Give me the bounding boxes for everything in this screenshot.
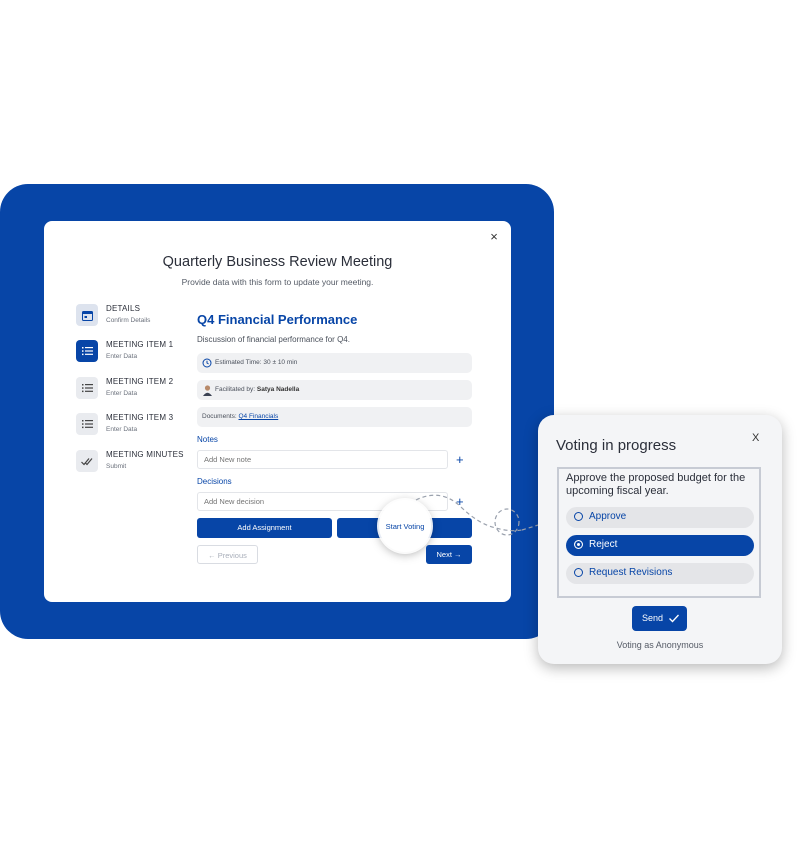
calendar-icon [76, 304, 98, 326]
previous-button[interactable]: ← Previous [197, 545, 258, 564]
estimated-time-pill: Estimated Time: 30 ± 10 min [197, 353, 472, 373]
step-subtitle: Enter Data [106, 353, 138, 360]
vote-option-label: Reject [589, 539, 618, 550]
list-icon [76, 340, 98, 362]
send-vote-button[interactable]: Send [632, 606, 687, 631]
check-icon [669, 614, 679, 623]
vote-option-request-revisions[interactable]: Request Revisions [566, 563, 754, 584]
avatar [203, 385, 212, 396]
send-label: Send [642, 613, 664, 623]
voting-question: Approve the proposed budget for the upco… [566, 472, 746, 497]
step-subtitle: Enter Data [106, 390, 138, 397]
radio-button[interactable] [574, 568, 583, 577]
step-title: MEETING ITEM 2 [106, 377, 174, 386]
notes-input[interactable] [197, 450, 448, 469]
decisions-label: Decisions [197, 477, 232, 486]
step-meeting-item-2[interactable]: MEETING ITEM 2 Enter Data [76, 377, 196, 405]
step-title: MEETING ITEM 3 [106, 413, 174, 422]
step-subtitle: Submit [106, 463, 127, 470]
step-subtitle: Enter Data [106, 426, 138, 433]
facilitator-label: Facilitated by: [215, 386, 256, 393]
list-icon [76, 413, 98, 435]
documents-pill: Documents: Q4 Financials [197, 407, 472, 427]
voting-title: Voting in progress [556, 437, 677, 454]
facilitator-name: Satya Nadella [256, 386, 300, 393]
documents-label: Documents: [202, 413, 237, 420]
step-subtitle: Confirm Details [106, 317, 151, 324]
step-meeting-item-1[interactable]: MEETING ITEM 1 Enter Data [76, 340, 196, 368]
estimated-time-text: Estimated Time: 30 ± 10 min [215, 359, 298, 366]
step-title: MEETING ITEM 1 [106, 340, 174, 349]
page-subtitle: Provide data with this form to update yo… [181, 277, 374, 287]
meeting-item-description: Discussion of financial performance for … [197, 335, 350, 344]
vote-option-label: Approve [589, 511, 627, 522]
step-meeting-minutes[interactable]: MEETING MINUTES Submit [76, 450, 196, 478]
facilitator-pill: Facilitated by: Satya Nadella [197, 380, 472, 400]
step-title: DETAILS [106, 304, 141, 313]
page-title: Quarterly Business Review Meeting [162, 254, 393, 270]
list-icon [76, 377, 98, 399]
voting-close-button[interactable]: X [752, 432, 759, 444]
voting-footer: Voting as Anonymous [616, 640, 704, 650]
radio-button[interactable] [574, 512, 583, 521]
modal-close-button[interactable]: × [486, 229, 502, 245]
documents-link[interactable]: Q4 Financials [239, 413, 279, 420]
add-assignment-button[interactable]: Add Assignment [197, 518, 332, 538]
vote-option-label: Request Revisions [589, 567, 673, 578]
vote-option-approve[interactable]: Approve [566, 507, 754, 528]
step-title: MEETING MINUTES [106, 450, 184, 459]
meeting-item-heading: Q4 Financial Performance [197, 312, 358, 327]
double-check-icon [76, 450, 98, 472]
step-details[interactable]: DETAILS Confirm Details [76, 304, 196, 332]
clock-icon [202, 358, 212, 368]
add-note-button[interactable]: + [456, 453, 464, 466]
next-button[interactable]: Next → [426, 545, 472, 564]
vote-option-reject[interactable]: Reject [566, 535, 754, 556]
step-meeting-item-3[interactable]: MEETING ITEM 3 Enter Data [76, 413, 196, 441]
radio-button[interactable] [574, 540, 583, 549]
notes-label: Notes [197, 435, 218, 444]
